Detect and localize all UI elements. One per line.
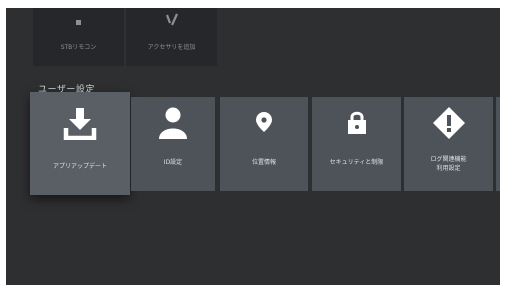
- tile-location[interactable]: 位置情報: [220, 97, 308, 191]
- tile-label: セキュリティと制限: [329, 159, 384, 166]
- tile-label: アプリアップデート: [52, 163, 107, 170]
- download-icon: [30, 106, 130, 140]
- tile-label: ログ関連機能 利用設定: [404, 155, 493, 173]
- settings-screen: STBリモコン アクセサリを追加 ユーザー設定 アプリアップデート ID設定 位…: [6, 8, 500, 285]
- tile-id-settings[interactable]: ID設定: [131, 97, 215, 191]
- tile-label: ID設定: [163, 159, 183, 166]
- location-pin-icon: [220, 112, 308, 132]
- tile-next-partial[interactable]: [496, 97, 500, 191]
- tile-label: 位置情報: [251, 159, 276, 166]
- accessory-icon: [126, 12, 217, 28]
- tile-label-line1: ログ関連機能: [430, 156, 467, 163]
- person-icon: [131, 107, 215, 139]
- tile-label: アクセサリを追加: [147, 44, 196, 51]
- lock-icon: [312, 110, 401, 134]
- tile-stb-remote[interactable]: STBリモコン: [33, 8, 124, 66]
- tile-security[interactable]: セキュリティと制限: [312, 97, 401, 191]
- tile-label-line2: 利用設定: [436, 165, 461, 172]
- tile-add-accessory[interactable]: アクセサリを追加: [126, 8, 217, 66]
- tile-app-update[interactable]: アプリアップデート: [30, 92, 130, 195]
- warning-diamond-icon: [404, 106, 493, 140]
- tile-log-settings[interactable]: ログ関連機能 利用設定: [404, 97, 493, 191]
- remote-icon: [33, 12, 124, 28]
- tile-label: STBリモコン: [60, 44, 97, 51]
